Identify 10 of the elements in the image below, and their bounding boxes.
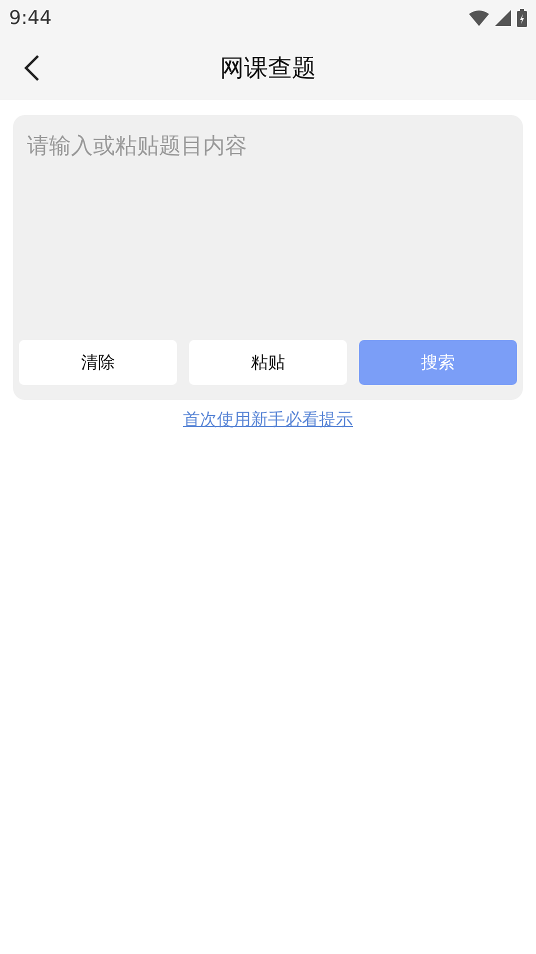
- status-time: 9:44: [9, 7, 52, 29]
- back-icon[interactable]: [24, 54, 40, 82]
- action-button[interactable]: 粘贴: [189, 340, 347, 385]
- help-link[interactable]: 首次使用新手必看提示: [183, 410, 353, 430]
- battery-icon: [517, 9, 527, 27]
- action-button[interactable]: 清除: [19, 340, 177, 385]
- wifi-icon: [469, 10, 489, 26]
- question-field[interactable]: 请输入或粘贴题目内容 清除 粘贴 搜索: [13, 115, 523, 400]
- page-title: 网课查题: [220, 53, 316, 84]
- signal-icon: [495, 10, 511, 26]
